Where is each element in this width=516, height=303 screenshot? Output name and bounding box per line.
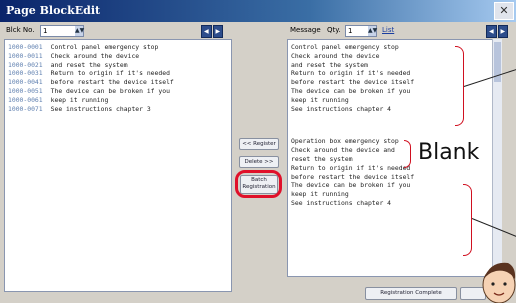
line-text: Return to origin if it's needed — [50, 69, 170, 78]
line-code: 1000-0001 — [8, 43, 43, 51]
presenter-face-icon — [482, 262, 516, 303]
list-item[interactable]: 1000-0071 See instructions chapter 3 — [8, 105, 228, 114]
line-text: before restart the device itself — [50, 78, 174, 87]
list-item[interactable]: keep it running — [291, 190, 489, 199]
list-item[interactable]: See instructions chapter 4 — [291, 199, 489, 208]
line-code: 1000-0041 — [8, 78, 43, 87]
title-bar: Page BlockEdit ✕ — [0, 0, 516, 22]
list-item[interactable]: 1000-0041 before restart the device itsel… — [8, 78, 228, 87]
register-button[interactable]: << Register — [239, 138, 279, 150]
list-item[interactable]: before restart the device itself — [291, 173, 489, 182]
right-next-page-button[interactable]: ▶ — [497, 25, 508, 38]
next-page-button[interactable]: ▶ — [212, 25, 223, 38]
qty-stepper-arrows-icon[interactable]: ▲▼ — [368, 26, 377, 36]
message-label: Message — [290, 26, 321, 34]
line-text: Control panel emergency stop — [50, 43, 159, 51]
block-edit-window: Page BlockEdit ✕ Blck No. 1 ▲▼ ◀ ▶ Messa… — [0, 0, 516, 303]
source-lines-pane[interactable]: 1000-0001 Control panel emergency stop 100… — [4, 39, 232, 292]
qty-label: Qty. — [327, 26, 341, 34]
stepper-arrows-icon[interactable]: ▲▼ — [75, 26, 84, 36]
line-text: The device can be broken if you — [50, 86, 170, 95]
line-text: Check around the device — [50, 51, 140, 60]
list-item[interactable]: 1000-0061 keep it running — [8, 96, 228, 105]
blank-annotation: Blank — [418, 140, 480, 165]
list-item[interactable]: 1000-0001 Control panel emergency stop — [8, 43, 228, 52]
block-number-value: 1 — [43, 27, 48, 35]
list-item[interactable]: Return to origin if it's needed — [291, 164, 489, 173]
line-code: 1000-0031 — [8, 69, 43, 78]
qty-stepper[interactable]: 1 ▲▼ — [345, 25, 377, 37]
list-item[interactable]: 1000-0011 Check around the device — [8, 52, 228, 61]
delete-button[interactable]: Delete >> — [239, 156, 279, 168]
list-item[interactable]: 1000-0051 The device can be broken if you — [8, 87, 228, 96]
blank-bracket — [404, 140, 411, 168]
line-code: 1000-0011 — [8, 51, 43, 60]
registration-complete-button[interactable]: Registration Complete — [365, 287, 457, 300]
block-number-stepper[interactable]: 1 ▲▼ — [40, 25, 84, 37]
top-block-bracket — [455, 46, 464, 126]
left-nav-buttons: ◀ ▶ — [201, 25, 223, 38]
line-code: 1000-0071 — [8, 104, 43, 113]
source-lines-list: 1000-0001 Control panel emergency stop 100… — [5, 40, 231, 116]
right-nav-buttons: ◀ ▶ — [486, 25, 508, 38]
line-text: See instructions chapter 3 — [50, 104, 151, 113]
list-item[interactable]: 1000-0031 Return to origin if it's needed — [8, 69, 228, 78]
right-prev-page-button[interactable]: ◀ — [486, 25, 497, 38]
list-item[interactable]: The device can be broken if you — [291, 181, 489, 190]
line-code: 1000-0051 — [8, 86, 43, 95]
bottom-block-bracket — [463, 184, 472, 256]
list-link[interactable]: List — [382, 26, 394, 34]
prev-page-button[interactable]: ◀ — [201, 25, 212, 38]
line-code: 1000-0061 — [8, 95, 43, 104]
list-item[interactable]: 1000-0021 and reset the system — [8, 61, 228, 70]
line-code: 1000-0021 — [8, 60, 43, 69]
close-button[interactable]: ✕ — [494, 2, 514, 20]
block-number-label: Blck No. — [6, 26, 35, 34]
highlight-ring — [235, 170, 282, 198]
line-text: keep it running — [50, 95, 109, 104]
line-text: and reset the system — [50, 60, 128, 69]
window-title: Page BlockEdit — [6, 4, 101, 17]
qty-value: 1 — [348, 27, 353, 35]
